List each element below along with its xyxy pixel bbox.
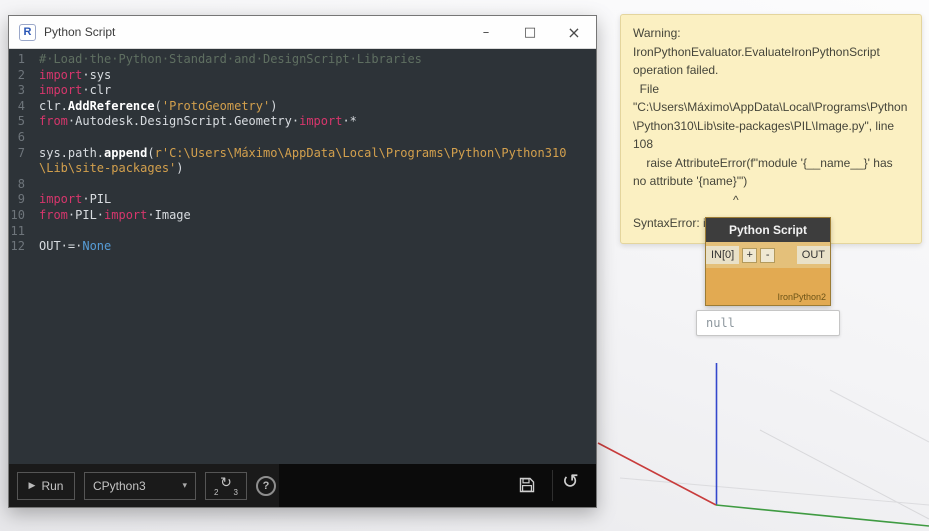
code-line: 5 from·Autodesk.DesignScript.Geometry·imp… [9,114,596,130]
line-number: 8 [17,176,25,191]
line-number: 2 [17,67,25,82]
editor-toolbar: ▶ Run CPython3 ▾ ↻ 2 3 ? ↺ [9,464,596,507]
toolbar-divider [552,470,553,501]
line-number: 9 [17,192,25,207]
run-label: Run [41,478,64,493]
line-number: 7 [17,145,25,160]
code-line: 1 #·Load·the·Python·Standard·and·DesignSc… [9,52,596,68]
node-body [706,268,830,292]
code-line: 2 import·sys [9,68,596,84]
engine-value: CPython3 [93,478,146,493]
warning-line: raise AttributeError(f"module '{__name__… [633,155,896,189]
input-port[interactable]: IN[0] [706,246,740,264]
minimize-button[interactable]: – [464,16,508,48]
warning-line: ^ [633,192,739,207]
y-axis [715,504,929,527]
code-line: 10 from·PIL·import·Image [10,207,191,222]
line-number: 11 [10,223,25,238]
migrate-from-label: 2 [214,487,219,497]
save-icon[interactable] [518,476,536,494]
node-title[interactable]: Python Script [706,218,830,242]
play-icon: ▶ [28,480,36,491]
warning-line: IronPythonEvaluator.EvaluateIronPythonSc… [633,44,884,78]
revert-icon[interactable]: ↺ [562,471,579,491]
chevron-down-icon: ▾ [182,480,187,491]
code-line: 12 OUT·=·None [10,239,112,254]
line-number: 10 [10,207,25,222]
maximize-button[interactable]: □ [508,16,552,48]
line-number: 5 [17,114,25,129]
app-icon: R [19,23,36,41]
x-axis [597,442,717,506]
line-number: 6 [17,129,25,144]
code-line: 11 [9,224,596,240]
migrate-to-label: 3 [233,487,238,497]
code-line: 4 clr.AddReference('ProtoGeometry') [9,99,596,115]
python-script-node[interactable]: Python Script IN[0] + - OUT IronPython2 [705,217,831,306]
code-line: 8 [9,177,596,193]
engine-label: IronPython2 [777,292,826,302]
output-preview[interactable]: null [696,310,840,336]
output-port[interactable]: OUT [796,246,830,264]
code-line: 9 import·PIL [9,192,596,208]
migrate-icon: ↻ [220,474,232,491]
remove-input-button[interactable]: - [760,247,776,263]
run-button[interactable]: ▶ Run [17,471,75,500]
line-number: 12 [10,239,25,254]
line-number: 1 [17,52,25,66]
line-number: 4 [17,98,25,113]
code-line: 3 import·clr [9,83,596,99]
engine-dropdown[interactable]: CPython3 ▾ [84,471,196,500]
help-icon[interactable]: ? [256,475,276,496]
warning-line: Warning: [633,26,681,40]
status-strip [279,464,596,507]
warning-line: File "C:\Users\Máximo\AppData\Local\Prog… [633,81,908,152]
code-line: 7 sys.path.append(r'C:\Users\Máximo\AppDa… [9,146,596,177]
migrate-2to3-button[interactable]: ↻ 2 3 [205,471,247,500]
python-editor-window: R Python Script – □ × 1 #·Load·the·Python… [8,15,597,508]
code-line: 6 [9,130,596,146]
warning-tooltip: Warning: IronPythonEvaluator.EvaluateIron… [620,14,922,254]
add-input-button[interactable]: + [742,247,758,263]
warning-text: Warning: IronPythonEvaluator.EvaluateIron… [633,24,909,233]
window-title: Python Script [44,25,116,39]
window-titlebar[interactable]: R Python Script – □ × [9,16,596,49]
node-ports-row: IN[0] + - OUT [706,242,830,268]
code-editor[interactable]: 1 #·Load·the·Python·Standard·and·DesignSc… [9,49,596,464]
close-button[interactable]: × [552,16,596,48]
line-number: 3 [17,83,25,98]
